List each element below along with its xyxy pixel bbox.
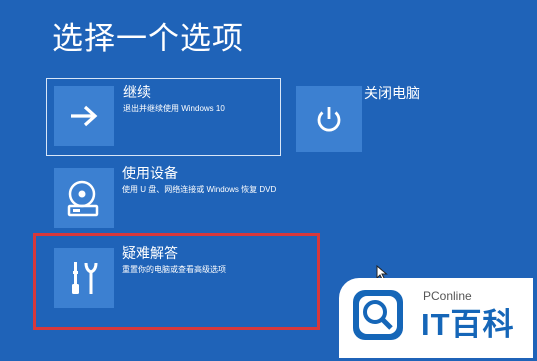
watermark: PConline IT百科 bbox=[339, 278, 533, 358]
arrow-right-icon bbox=[71, 105, 98, 127]
shutdown-text: 关闭电脑 bbox=[364, 84, 480, 102]
use-device-tile bbox=[54, 168, 114, 228]
disc-drive-icon bbox=[67, 180, 99, 217]
continue-description: 退出并继续使用 Windows 10 bbox=[123, 104, 225, 113]
use-device-option[interactable]: 使用设备 使用 U 盘、网络连接或 Windows 恢复 DVD bbox=[46, 160, 286, 228]
shutdown-option[interactable]: 关闭电脑 bbox=[288, 78, 488, 152]
highlight-annotation bbox=[33, 233, 320, 330]
use-device-label: 使用设备 bbox=[122, 165, 178, 181]
continue-option[interactable]: 继续 退出并继续使用 Windows 10 bbox=[46, 78, 281, 156]
shutdown-label: 关闭电脑 bbox=[364, 85, 420, 101]
power-icon bbox=[317, 107, 341, 132]
use-device-text: 使用设备 使用 U 盘、网络连接或 Windows 恢复 DVD bbox=[122, 164, 278, 196]
watermark-logo-text: IT百科 bbox=[421, 307, 515, 342]
watermark-brand: PConline bbox=[423, 289, 472, 303]
continue-text: 继续 退出并继续使用 Windows 10 bbox=[123, 83, 272, 115]
shutdown-tile bbox=[296, 86, 362, 152]
continue-label: 继续 bbox=[123, 84, 151, 100]
continue-tile bbox=[54, 86, 114, 146]
recovery-screen: 选择一个选项 继续 退出并继续使用 Windows 10 使用设备 使用 U 盘… bbox=[0, 0, 537, 361]
page-title: 选择一个选项 bbox=[52, 21, 244, 56]
magnifier-logo-icon bbox=[353, 290, 403, 340]
use-device-description: 使用 U 盘、网络连接或 Windows 恢复 DVD bbox=[122, 185, 277, 194]
